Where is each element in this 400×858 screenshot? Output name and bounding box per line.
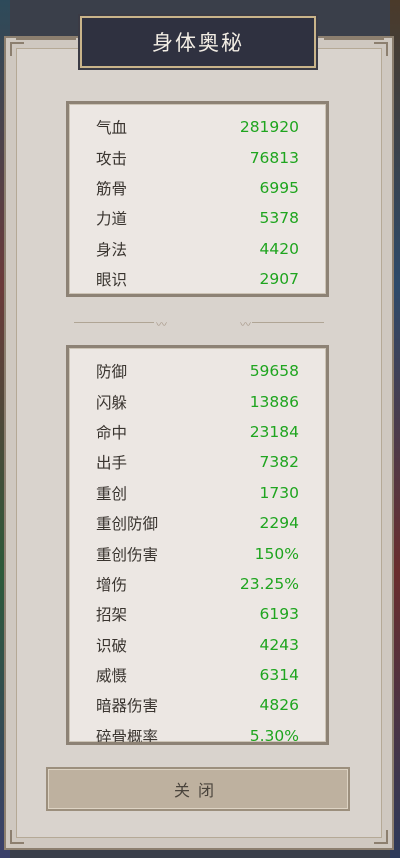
stat-label: 筋骨: [96, 179, 128, 198]
stat-value: 6193: [259, 605, 299, 624]
stat-label: 出手: [96, 454, 128, 473]
stat-row: 重创防御 2294: [69, 508, 326, 538]
corner-ornament: [10, 42, 24, 56]
stat-value: 23184: [249, 422, 299, 441]
stat-row: 威慑 6314: [69, 660, 326, 690]
stat-value: 5378: [259, 209, 299, 228]
stat-row: 碎骨概率 5.30%: [69, 721, 326, 745]
stat-label: 闪躲: [96, 393, 128, 412]
stat-label: 力道: [96, 210, 128, 229]
swirl-icon: 〰: [156, 318, 167, 331]
stat-row: 暗器伤害 4826: [69, 690, 326, 720]
corner-ornament: [374, 42, 388, 56]
stat-value: 4420: [259, 239, 299, 258]
stat-row: 出手 7382: [69, 447, 326, 477]
stat-row: 识破 4243: [69, 630, 326, 660]
stat-row: 重创 1730: [69, 478, 326, 508]
stat-value: 23.25%: [239, 574, 299, 593]
stat-value: 7382: [259, 453, 299, 472]
stat-row: 增伤 23.25%: [69, 569, 326, 599]
stat-value: 4243: [259, 635, 299, 654]
primary-stats-list: 气血 281920 攻击 76813 筋骨 6995 力道 5378 身法 4420 眼识 2907: [69, 112, 326, 294]
section-divider: 〰 〰: [74, 318, 324, 331]
stat-value: 76813: [249, 148, 299, 167]
stat-value: 2294: [259, 514, 299, 533]
dialog-title: 身体奥秘: [80, 16, 316, 68]
stat-value: 281920: [239, 118, 299, 137]
stat-row: 防御 59658: [69, 356, 326, 386]
stat-value: 59658: [249, 362, 299, 381]
stat-row: 力道 5378: [69, 203, 326, 233]
stat-label: 识破: [96, 636, 128, 655]
primary-stats-box: 气血 281920 攻击 76813 筋骨 6995 力道 5378 身法 4420 眼识 2907: [66, 101, 329, 297]
stat-label: 命中: [96, 423, 128, 442]
stat-row: 攻击 76813: [69, 142, 326, 172]
secondary-stats-list[interactable]: 防御 59658 闪躲 13886 命中 23184 出手 7382 重创 1730 重创防御 229…: [69, 356, 326, 745]
stat-label: 重创伤害: [96, 545, 159, 564]
swirl-icon: 〰: [240, 318, 251, 331]
stat-label: 身法: [96, 240, 128, 259]
stat-label: 气血: [96, 119, 128, 138]
title-ornament-left: [16, 38, 76, 40]
stat-label: 碎骨概率: [96, 727, 159, 745]
corner-ornament: [374, 830, 388, 844]
stat-label: 暗器伤害: [96, 697, 159, 716]
stat-row: 身法 4420: [69, 234, 326, 264]
stat-row: 招架 6193: [69, 599, 326, 629]
stat-row: 命中 23184: [69, 417, 326, 447]
secondary-stats-box[interactable]: 防御 59658 闪躲 13886 命中 23184 出手 7382 重创 1730 重创防御 229…: [66, 345, 329, 745]
stat-row: 筋骨 6995: [69, 173, 326, 203]
stat-row: 闪躲 13886: [69, 386, 326, 416]
stat-row: 气血 281920: [69, 112, 326, 142]
stat-value: 6314: [259, 666, 299, 685]
stat-value: 6995: [259, 178, 299, 197]
stat-label: 眼识: [96, 271, 128, 290]
close-button[interactable]: 关闭: [46, 767, 350, 811]
stat-row: 重创伤害 150%: [69, 538, 326, 568]
stat-label: 威慑: [96, 667, 128, 686]
stat-label: 增伤: [96, 575, 128, 594]
stat-value: 1730: [259, 483, 299, 502]
stat-label: 重创: [96, 484, 128, 503]
stat-label: 重创防御: [96, 515, 159, 534]
stat-label: 防御: [96, 363, 128, 382]
stat-value: 150%: [254, 544, 299, 563]
title-ornament-right: [324, 38, 384, 40]
stat-value: 5.30%: [249, 726, 299, 745]
stat-value: 2907: [259, 270, 299, 289]
stat-label: 招架: [96, 606, 128, 625]
stat-row: 眼识 2907: [69, 264, 326, 294]
stat-value: 13886: [249, 392, 299, 411]
stat-label: 攻击: [96, 149, 128, 168]
corner-ornament: [10, 830, 24, 844]
stat-value: 4826: [259, 696, 299, 715]
